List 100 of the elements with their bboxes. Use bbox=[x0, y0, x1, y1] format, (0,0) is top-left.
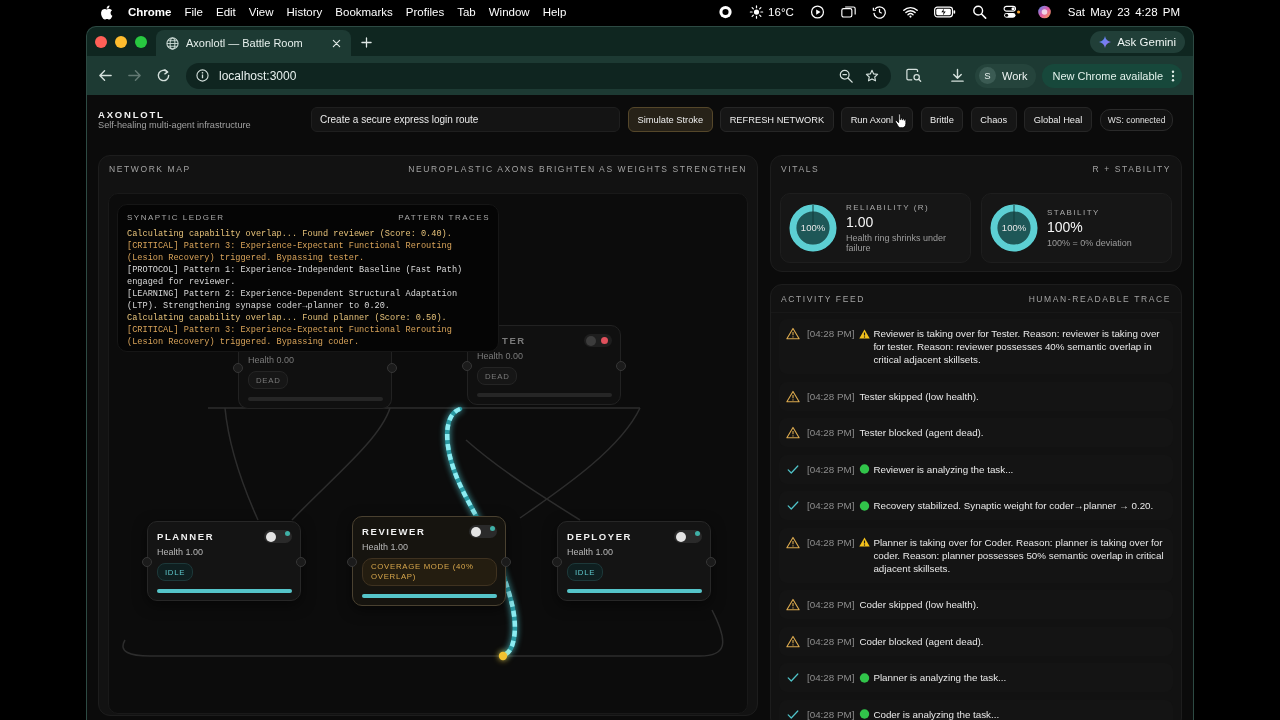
plus-icon[interactable] bbox=[361, 37, 372, 48]
reload-icon[interactable] bbox=[156, 68, 171, 83]
vital-note: Health ring shrinks under failure bbox=[846, 233, 948, 253]
menu-clock[interactable]: Sat May 23 4:28 PM bbox=[1067, 6, 1180, 18]
warning-icon bbox=[786, 634, 800, 648]
window-search-icon[interactable] bbox=[906, 68, 922, 83]
feed-message: Tester skipped (low health). bbox=[859, 389, 980, 403]
ledger-line: [LEARNING] Pattern 2: Experience-Dependent Structural Adaptation (LTP). Strengthening synapse coder→planner to 0.20. bbox=[127, 288, 459, 312]
check-icon bbox=[786, 671, 800, 684]
toggle-switch[interactable] bbox=[584, 334, 612, 347]
menu-item[interactable]: Profiles bbox=[405, 6, 445, 18]
axon-tip-icon bbox=[498, 651, 508, 661]
clock-arrow-icon[interactable] bbox=[871, 5, 887, 19]
action-button[interactable]: REFRESH NETWORK bbox=[720, 107, 834, 132]
weather-temperature[interactable]: 16°C bbox=[768, 6, 794, 18]
ring-label: 100% bbox=[1000, 222, 1028, 234]
gemini-button[interactable]: Ask Gemini bbox=[1090, 30, 1185, 53]
panel-title: ACTIVITY FEED bbox=[781, 294, 865, 304]
window-close-icon[interactable] bbox=[95, 35, 107, 48]
agent-name: TER bbox=[502, 335, 526, 346]
panel-subtitle: HUMAN-READABLE TRACE bbox=[1028, 294, 1171, 304]
toggle-switch[interactable] bbox=[674, 530, 702, 543]
agent-name: REVIEWER bbox=[362, 526, 426, 537]
brand-title: AXONLOTL bbox=[98, 108, 166, 120]
ledger-line: [PROTOCOL] Pattern 1: Experience-Independent Baseline (Fast Path) engaged for reviewer. bbox=[127, 264, 464, 288]
gradient-orb-icon[interactable] bbox=[1036, 5, 1052, 19]
ledger-line: Calculating capability overlap... Found planner (Score: 0.50). bbox=[127, 312, 448, 324]
close-icon[interactable] bbox=[332, 38, 341, 48]
avatar-initial: S bbox=[979, 67, 996, 84]
window-zoom-icon[interactable] bbox=[135, 35, 147, 48]
more-icon[interactable] bbox=[1171, 69, 1176, 82]
back-icon[interactable] bbox=[98, 68, 113, 83]
warning-icon bbox=[786, 535, 800, 549]
apple-icon[interactable] bbox=[100, 4, 113, 20]
menu-item[interactable]: Window bbox=[488, 6, 530, 18]
sun-icon[interactable] bbox=[749, 5, 765, 19]
address-bar[interactable]: localhost:3000 bbox=[186, 62, 891, 89]
warning-icon bbox=[786, 327, 800, 340]
globe-icon bbox=[166, 36, 179, 50]
vital-label: STABILITY bbox=[1047, 208, 1101, 218]
health-reading: Health 0.00 bbox=[477, 351, 525, 362]
check-icon bbox=[786, 462, 800, 476]
brand-tagline: Self-healing multi-agent infrastructure bbox=[98, 119, 252, 131]
action-button[interactable]: Run Axonl bbox=[841, 107, 914, 132]
profile-button[interactable]: S Work bbox=[975, 63, 1037, 88]
info-icon[interactable] bbox=[196, 69, 209, 82]
vital-label: RELIABILITY (R) bbox=[846, 203, 931, 213]
menu-item[interactable]: Help bbox=[542, 6, 567, 18]
window-minimize-icon[interactable] bbox=[115, 35, 127, 48]
record-icon[interactable] bbox=[718, 5, 734, 19]
sparkle-icon bbox=[1099, 35, 1112, 48]
feed-message: Coder is analyzing the task... bbox=[873, 707, 1001, 720]
panel-subtitle: NEUROPLASTIC AXONS BRIGHTEN AS WEIGHTS STRENGTHEN bbox=[408, 164, 747, 174]
agent-name: PLANNER bbox=[157, 531, 215, 542]
health-reading: Health 1.00 bbox=[567, 547, 615, 558]
vital-note: 100% = 0% deviation bbox=[1047, 238, 1132, 248]
ledger-title: SYNAPTIC LEDGER bbox=[127, 213, 225, 222]
menu-item[interactable]: Bookmarks bbox=[335, 6, 393, 18]
toggle-switch[interactable] bbox=[469, 525, 497, 538]
menu-item[interactable]: Edit bbox=[216, 6, 236, 18]
ledger-line: [CRITICAL] Pattern 3: Experience-Expectant Functional Rerouting (Lesion Recovery) triggered. Bypassing coder. bbox=[127, 324, 453, 348]
battery-icon[interactable] bbox=[933, 6, 956, 18]
download-icon[interactable] bbox=[950, 68, 965, 83]
ledger-line: Calculating capability overlap... Found reviewer (Score: 0.40). bbox=[127, 228, 453, 240]
feed-message: Coder blocked (agent dead). bbox=[859, 634, 985, 648]
health-reading: Health 1.00 bbox=[157, 547, 205, 558]
action-button[interactable]: Brittle bbox=[920, 107, 964, 132]
toggle-switch[interactable] bbox=[264, 530, 292, 543]
check-icon bbox=[786, 707, 800, 720]
menu-app-name[interactable]: Chrome bbox=[128, 6, 172, 18]
ledger-line: [CRITICAL] Pattern 3: Experience-Expectant Functional Rerouting (Lesion Recovery) triggered. Bypassing tester. bbox=[127, 240, 453, 264]
vital-value: 100% bbox=[1047, 219, 1084, 236]
bookmark-star-icon[interactable] bbox=[865, 68, 879, 83]
stacked-windows-icon[interactable] bbox=[840, 5, 856, 19]
zoom-out-icon[interactable] bbox=[839, 68, 853, 83]
action-button[interactable]: Global Heal bbox=[1024, 107, 1092, 132]
play-icon[interactable] bbox=[809, 5, 825, 19]
feed-message: Reviewer is taking over for Tester. Reason: reviewer is taking over for tester. Reason: reviewer possesses 40% semantic overlap in critical adjacent skillsets. bbox=[873, 327, 1161, 366]
menu-item[interactable]: View bbox=[248, 6, 274, 18]
action-button[interactable]: Simulate Stroke bbox=[628, 107, 713, 132]
timestamp: [04:28 PM] bbox=[807, 327, 855, 340]
health-reading: Health 0.00 bbox=[248, 355, 296, 366]
wifi-icon[interactable] bbox=[902, 5, 918, 19]
ring-label: 100% bbox=[799, 222, 827, 234]
action-button[interactable]: Chaos bbox=[970, 107, 1017, 132]
feed-message: Coder skipped (low health). bbox=[859, 598, 980, 611]
toggle-switches-icon[interactable] bbox=[1002, 5, 1021, 19]
search-icon[interactable] bbox=[971, 5, 987, 19]
menu-item[interactable]: History bbox=[286, 6, 323, 18]
feed-message: Reviewer is analyzing the task... bbox=[873, 462, 1015, 476]
check-icon bbox=[786, 499, 800, 512]
timestamp: [04:28 PM] bbox=[807, 462, 855, 476]
update-button[interactable]: New Chrome available bbox=[1042, 63, 1183, 88]
ledger-subtitle: PATTERN TRACES bbox=[398, 213, 490, 222]
vital-value: 1.00 bbox=[846, 214, 875, 231]
browser-tab[interactable]: Axonlotl — Battle Room bbox=[156, 30, 351, 56]
task-input[interactable]: Create a secure express login route bbox=[311, 107, 620, 132]
menu-item[interactable]: Tab bbox=[457, 6, 476, 18]
feed-message: Planner is taking over for Coder. Reason: planner is taking over for coder. Reason: planner possesses 50% semantic overlap in critical adjacent skillsets. bbox=[873, 535, 1165, 575]
menu-item[interactable]: File bbox=[184, 6, 203, 18]
